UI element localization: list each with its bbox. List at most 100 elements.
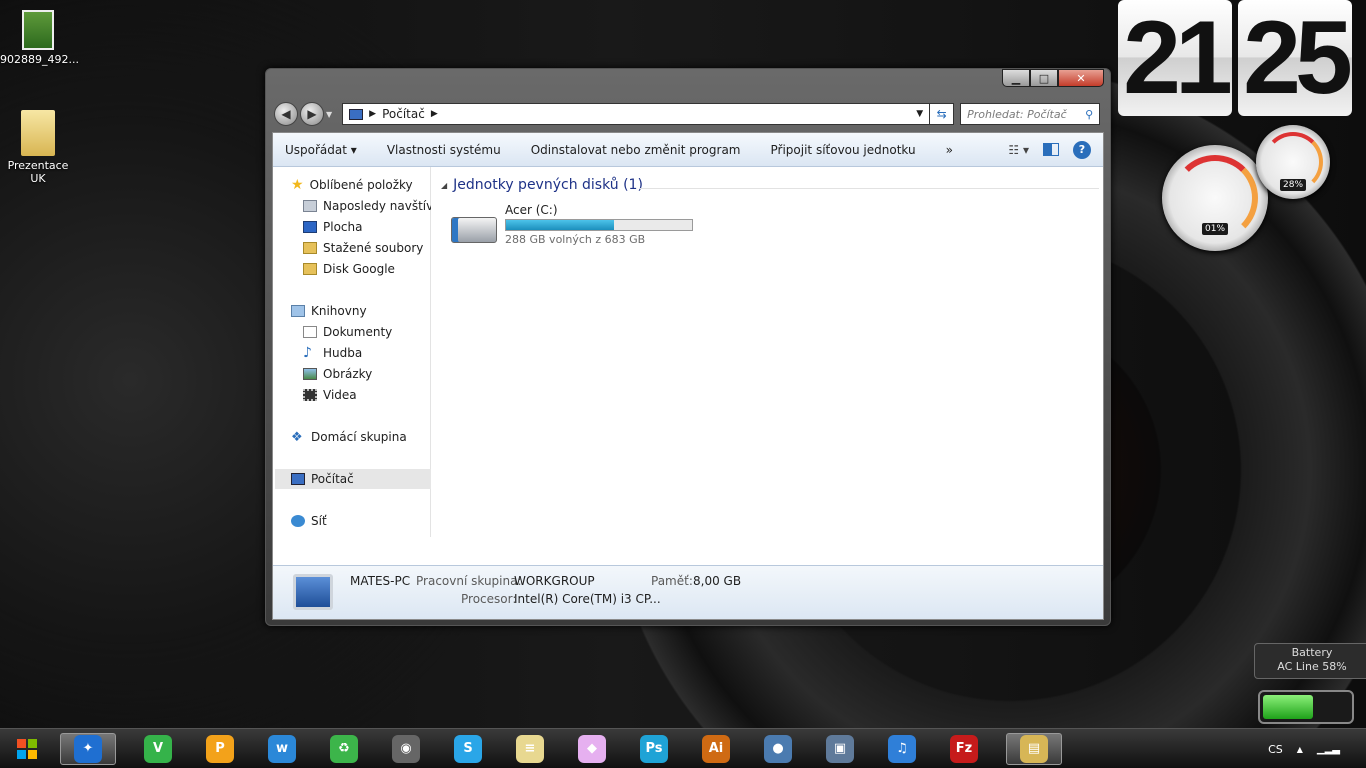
uninstall-program-button[interactable]: Odinstalovat nebo změnit program: [531, 143, 741, 157]
drive-usage-bar: [505, 219, 693, 231]
desktop-icon-label: 902889_492...: [0, 53, 79, 66]
explorer-icon: ▤: [1020, 734, 1048, 763]
taskbar-itunes-button[interactable]: ♫: [882, 733, 922, 765]
downloads-folder-icon: [303, 242, 317, 254]
view-options-icon[interactable]: ☷ ▾: [1008, 143, 1029, 157]
maximize-button[interactable]: □: [1030, 69, 1058, 87]
battery-widget-label: Battery AC Line 58%: [1254, 643, 1366, 679]
nav-videos[interactable]: Videa: [303, 385, 357, 405]
map-network-drive-button[interactable]: Připojit síťovou jednotku: [771, 143, 916, 157]
flip-clock-widget: 21 25: [1118, 0, 1353, 116]
refresh-button[interactable]: ⇆: [930, 103, 955, 125]
music-note-icon: ♪: [303, 345, 312, 361]
search-input[interactable]: Prohledat: Počítač ⚲: [960, 103, 1101, 125]
gallery-icon: ▣: [826, 734, 854, 763]
taskbar-explorer-button[interactable]: ▤: [1006, 732, 1062, 765]
taskbar-pages-button[interactable]: P: [200, 733, 240, 765]
nav-google-drive[interactable]: Disk Google: [303, 259, 395, 279]
search-icon[interactable]: ⚲: [1085, 108, 1093, 121]
desktop-icon-label: Prezentace UK: [7, 159, 69, 185]
drive-usage-fill: [506, 220, 614, 230]
help-icon[interactable]: ?: [1073, 140, 1091, 159]
desktop-icon-image[interactable]: 902889_492...: [0, 10, 79, 66]
clock-minutes: 25: [1238, 0, 1353, 116]
nav-pictures[interactable]: Obrázky: [303, 364, 372, 384]
pc-name: MATES-PC: [350, 574, 411, 588]
taskbar-wunderlist-button[interactable]: w: [262, 733, 302, 765]
vine-icon: V: [144, 734, 172, 763]
command-bar: Uspořádat ▾ Vlastnosti systému Odinstalo…: [273, 133, 1103, 167]
drive-item-c[interactable]: Acer (C:) 288 GB volných z 683 GB: [451, 203, 693, 246]
close-button[interactable]: ✕: [1058, 69, 1104, 87]
breadcrumb-separator-icon[interactable]: ▶: [431, 109, 438, 119]
address-dropdown-icon[interactable]: ▼: [916, 109, 923, 119]
group-header[interactable]: ◢ Jednotky pevných disků (1): [441, 177, 643, 193]
drive-name: Acer (C:): [505, 203, 558, 217]
nav-desktop[interactable]: Plocha: [303, 217, 362, 237]
clock-hours: 21: [1118, 0, 1233, 116]
google-drive-folder-icon: [303, 263, 317, 275]
memory-value: 8,00 GB: [693, 574, 742, 588]
address-bar[interactable]: ▶ Počítač ▶ ▼: [342, 103, 931, 125]
nav-network[interactable]: Síť: [291, 511, 327, 531]
more-commands-button[interactable]: »: [946, 143, 953, 157]
desktop-icon-folder[interactable]: Prezentace UK: [0, 110, 76, 185]
taskbar-apps: ✦ V Pw ♻ ◉ S ≡ ◆ Ps Ai ● ▣ ♫ Fz ▤: [60, 732, 1084, 765]
drive-free-space: 288 GB volných z 683 GB: [505, 233, 646, 246]
breadcrumb-computer[interactable]: Počítač: [382, 107, 425, 121]
network-signal-icon[interactable]: ▁▂▃: [1317, 744, 1340, 755]
search-placeholder: Prohledat: Počítač: [967, 107, 1067, 121]
battery-status: AC Line 58%: [1277, 660, 1347, 673]
workgroup-value: WORKGROUP: [514, 574, 595, 588]
cpu-label: Procesor:: [461, 592, 517, 606]
taskbar-gallery-button[interactable]: ▣: [820, 733, 860, 765]
nav-downloads[interactable]: Stažené soubory: [303, 238, 423, 258]
taskbar-photoshop-button[interactable]: Ps: [634, 733, 674, 765]
computer-large-icon: [293, 574, 333, 610]
minimize-button[interactable]: ▁: [1002, 69, 1030, 87]
taskbar-network-app-button[interactable]: ●: [758, 733, 798, 765]
nav-music[interactable]: ♪ Hudba: [303, 343, 362, 363]
organize-button[interactable]: Uspořádat ▾: [285, 143, 357, 157]
battery-widget: [1258, 690, 1354, 724]
folder-icon: [21, 110, 55, 156]
taskbar-prism-button[interactable]: ◆: [572, 733, 612, 765]
explorer-window[interactable]: ▁ □ ✕ ◀ ▶ ▼ ▶ Počítač ▶ ▼ ⇆ Prohledat: P…: [265, 68, 1111, 626]
forward-button[interactable]: ▶: [300, 102, 324, 126]
taskbar-vine-button[interactable]: V: [138, 733, 178, 765]
nav-computer[interactable]: Počítač: [275, 469, 431, 489]
nav-recent[interactable]: Naposledy navštívené: [303, 196, 431, 216]
recent-pages-dropdown-icon[interactable]: ▼: [326, 110, 332, 119]
taskbar-camera-button[interactable]: ◉: [386, 733, 426, 765]
cpu-gauge: 01%: [1162, 145, 1268, 251]
breadcrumb-separator-icon[interactable]: ▶: [369, 109, 376, 119]
star-icon: ★: [291, 177, 304, 193]
nav-homegroup[interactable]: ❖ Domácí skupina: [291, 427, 407, 447]
back-button[interactable]: ◀: [274, 102, 298, 126]
start-button[interactable]: [0, 729, 54, 768]
show-hidden-icons-icon[interactable]: ▲: [1297, 745, 1303, 754]
homegroup-icon: ❖: [291, 429, 303, 445]
group-divider: [639, 188, 1099, 189]
collapse-triangle-icon[interactable]: ◢: [441, 181, 447, 190]
system-properties-button[interactable]: Vlastnosti systému: [387, 143, 501, 157]
nav-libraries[interactable]: Knihovny: [291, 301, 367, 321]
nav-favorites[interactable]: ★ Oblíbené položky: [291, 175, 413, 195]
taskbar-illustrator-button[interactable]: Ai: [696, 733, 736, 765]
taskbar-filezilla-button[interactable]: Fz: [944, 733, 984, 765]
network-app-icon: ●: [764, 734, 792, 763]
preview-pane-icon[interactable]: [1043, 143, 1059, 156]
details-pane: MATES-PC Pracovní skupina: WORKGROUP Pam…: [273, 565, 1103, 619]
taskbar-safari-button[interactable]: ✦: [60, 732, 116, 765]
address-row: ◀ ▶ ▼ ▶ Počítač ▶ ▼ ⇆ Prohledat: Počítač…: [274, 101, 1102, 127]
notes-icon: ≡: [516, 734, 544, 763]
taskbar-notes-button[interactable]: ≡: [510, 733, 550, 765]
nav-documents[interactable]: Dokumenty: [303, 322, 392, 342]
taskbar-recycle-button[interactable]: ♻: [324, 733, 364, 765]
skype-icon: S: [454, 734, 482, 763]
caption-buttons: ▁ □ ✕: [1002, 69, 1104, 87]
memory-label: Paměť:: [651, 574, 693, 588]
taskbar-skype-button[interactable]: S: [448, 733, 488, 765]
illustrator-icon: Ai: [702, 734, 730, 763]
language-indicator[interactable]: CS: [1268, 743, 1283, 756]
